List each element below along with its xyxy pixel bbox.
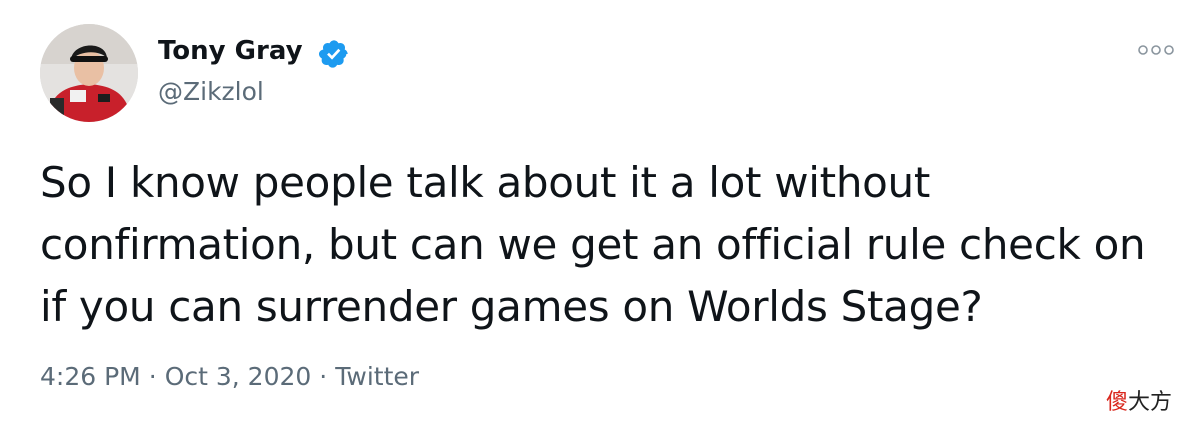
tweet-date[interactable]: Oct 3, 2020 (165, 362, 312, 391)
avatar-photo-icon (40, 24, 138, 122)
tweet-meta: 4:26 PM · Oct 3, 2020 · Twitter (40, 362, 419, 391)
tweet-time[interactable]: 4:26 PM (40, 362, 141, 391)
obscured-region (464, 356, 634, 400)
watermark: 傻大方 (1106, 384, 1172, 416)
tweet-text: So I know people talk about it a lot wit… (40, 158, 1146, 331)
meta-separator: · (319, 362, 328, 391)
display-name[interactable]: Tony Gray (158, 36, 303, 66)
user-handle[interactable]: @Zikzlol (158, 77, 264, 106)
watermark-text: 大方 (1128, 390, 1173, 415)
meta-separator: · (148, 362, 157, 391)
avatar[interactable] (40, 24, 138, 122)
watermark-char: 傻 (1106, 390, 1129, 415)
more-options-icon[interactable] (1136, 40, 1176, 60)
verified-badge-icon (319, 40, 348, 68)
tweet-card: Tony Gray @Zikzlol So I know people talk… (0, 0, 1196, 436)
tweet-source[interactable]: Twitter (335, 362, 419, 391)
